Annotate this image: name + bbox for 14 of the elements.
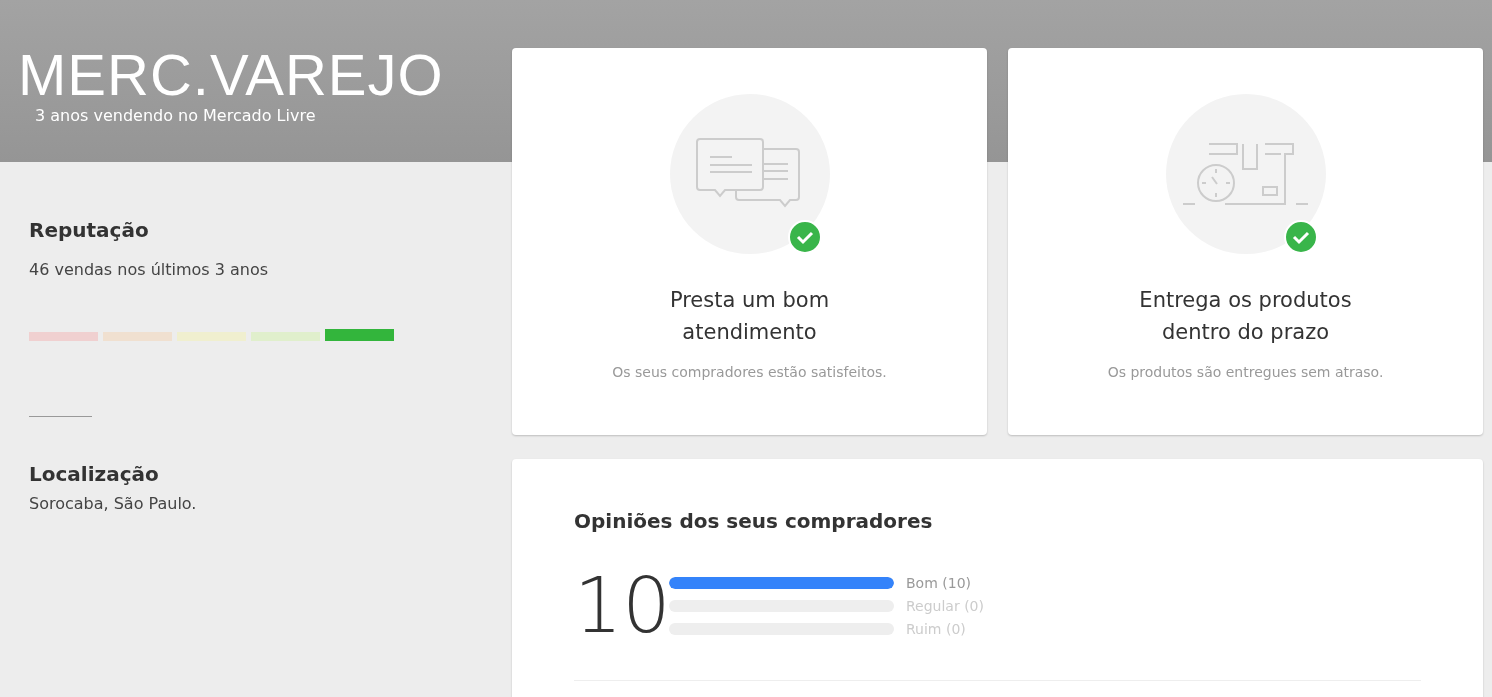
section-title: Reputação [29,218,150,242]
delivery-clock-icon [1183,141,1308,207]
opinions-total: 10 [574,561,669,650]
rating-label: Bom (10) [906,574,971,591]
highlight-title: Entrega os produtos dentro do prazo [1139,287,1352,346]
sales-count: 46 vendas nos últimos 3 anos [29,260,270,279]
highlight-title: Presta um bom atendimento [669,287,830,346]
seller-tenure: 3 anos vendendo no Mercado Livre [35,106,316,125]
highlight-description: Os produtos são entregues sem atraso. [1107,364,1384,380]
location-text: Sorocaba, São Paulo. [29,494,198,513]
opinions-title: Opiniões dos seus compradores [574,509,934,533]
highlight-description: Os seus compradores estão satisfeitos. [612,364,887,380]
section-title: Localização [29,462,160,486]
store-name: MERC.VAREJO [18,44,444,106]
